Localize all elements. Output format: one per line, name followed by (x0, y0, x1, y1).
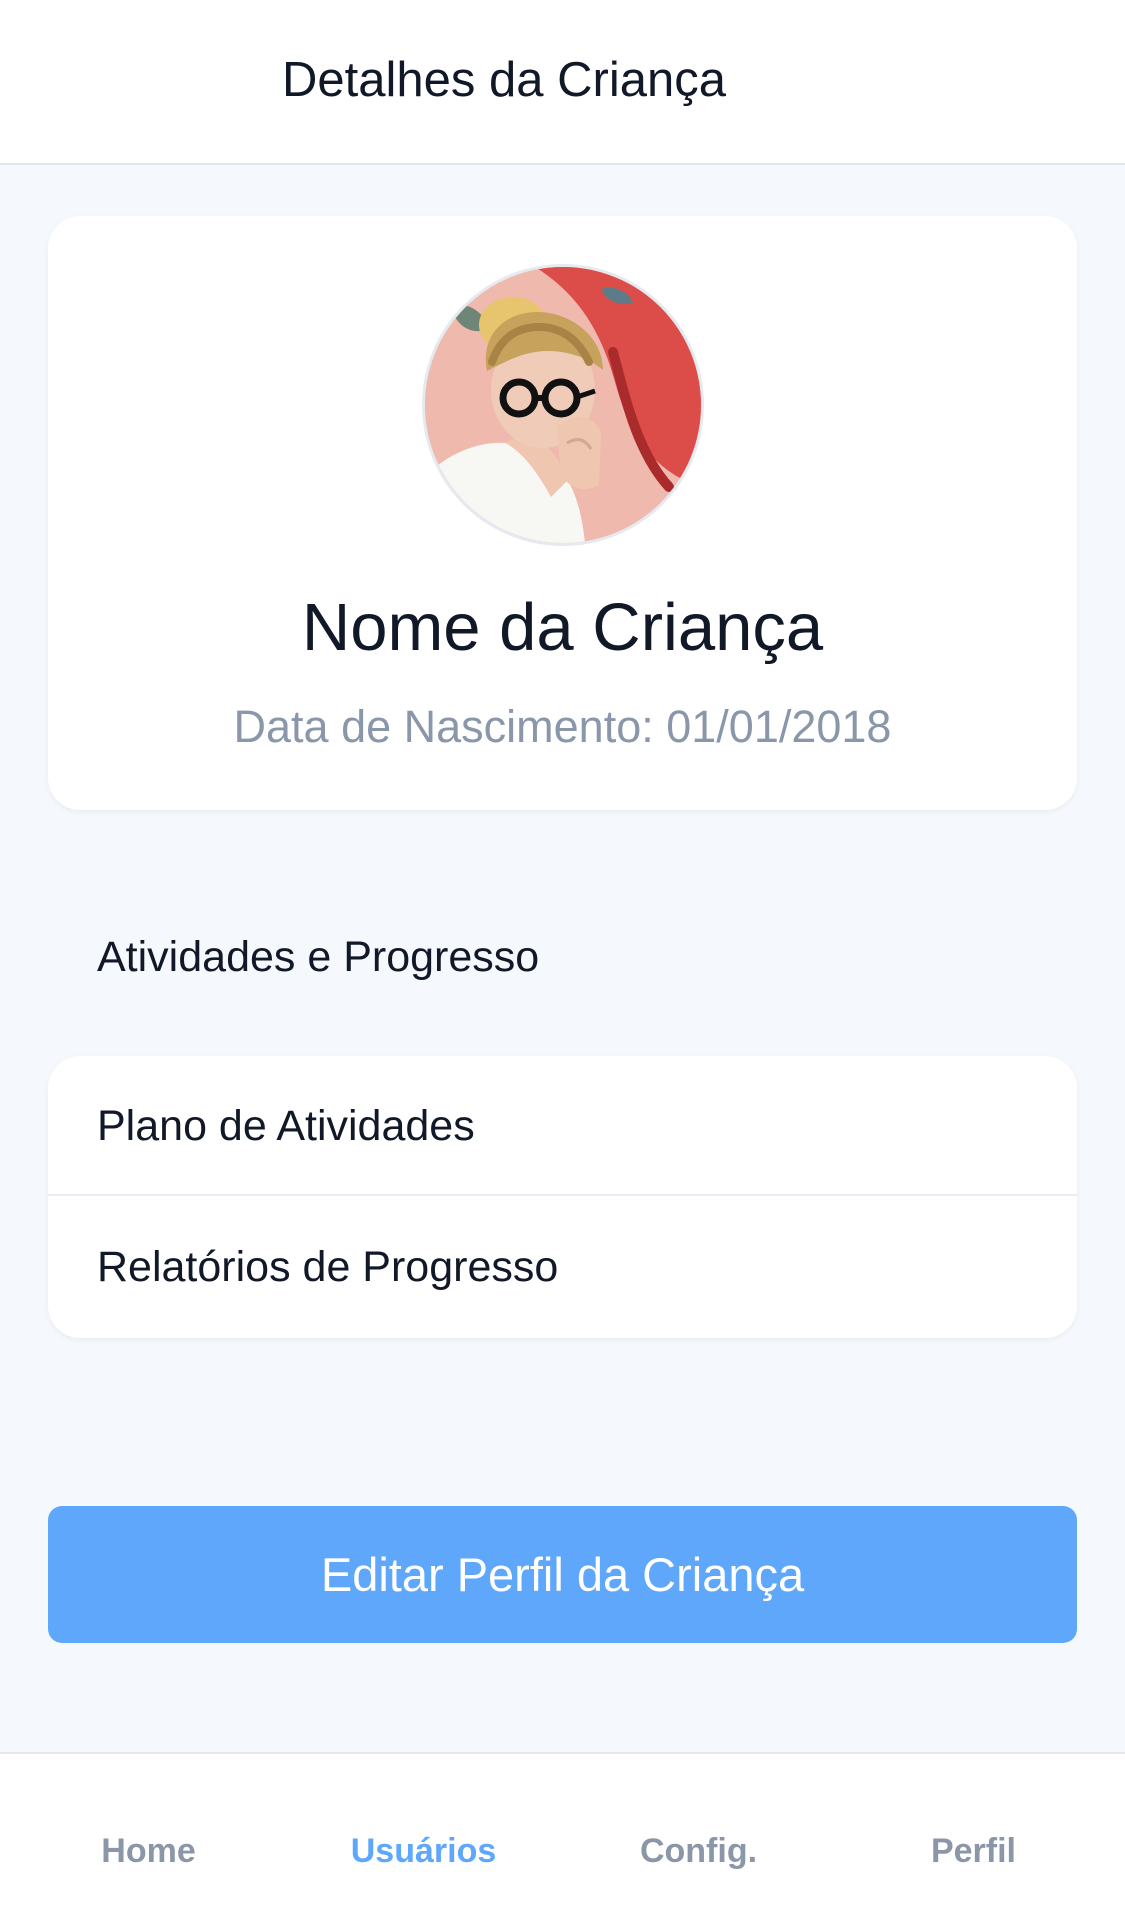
section-title-activities: Atividades e Progresso (97, 933, 540, 981)
nav-profile[interactable]: Perfil (833, 1754, 1114, 1932)
child-name: Nome da Criança (301, 590, 824, 665)
menu-item-label: Relatórios de Progresso (97, 1243, 559, 1291)
page-title: Detalhes da Criança (282, 53, 726, 107)
avatar (422, 264, 704, 546)
nav-home-label: Home (101, 1832, 196, 1870)
nav-users[interactable]: Usuários (283, 1754, 564, 1932)
child-birthdate: Data de Nascimento: 01/01/2018 (233, 701, 892, 752)
nav-settings[interactable]: Config. (558, 1754, 839, 1932)
menu-item-activity-plan[interactable]: Plano de Atividades (48, 1056, 1077, 1196)
nav-home[interactable]: Home (8, 1754, 289, 1932)
bottom-navigation: Home Usuários Config. Perfil (0, 1752, 1125, 1932)
nav-settings-label: Config. (639, 1832, 758, 1870)
menu-item-progress-reports[interactable]: Relatórios de Progresso (48, 1197, 1077, 1337)
edit-child-profile-button[interactable]: Editar Perfil da Criança (48, 1506, 1077, 1643)
activities-menu: Plano de Atividades Relatórios de Progre… (48, 1056, 1077, 1338)
child-photo-icon (425, 267, 701, 543)
child-profile-card: Nome da Criança Data de Nascimento: 01/0… (48, 216, 1077, 810)
nav-users-label: Usuários (350, 1832, 497, 1870)
nav-profile-label: Perfil (930, 1832, 1017, 1870)
top-bar: Detalhes da Criança (0, 0, 1125, 165)
menu-item-label: Plano de Atividades (97, 1102, 475, 1150)
